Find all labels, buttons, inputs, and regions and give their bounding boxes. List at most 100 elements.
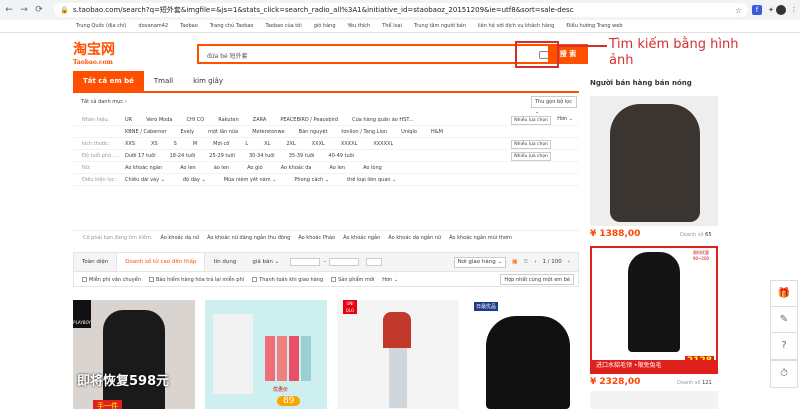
filter-value[interactable]: áo len bbox=[214, 165, 229, 171]
related-link[interactable]: Áo khoác ngắn bbox=[343, 235, 380, 241]
sidebar-product-image[interactable] bbox=[590, 391, 718, 409]
filter-value[interactable]: XXXL bbox=[312, 141, 325, 147]
filter-value[interactable]: Uniqlo bbox=[401, 129, 417, 135]
breadcrumb[interactable]: Tất cả danh mục › bbox=[81, 99, 127, 105]
nav-link[interactable]: Trang chủ Taobao bbox=[210, 23, 254, 29]
nav-link[interactable]: Taobao của tôi bbox=[266, 23, 302, 29]
filter-value[interactable]: Mới cỡ bbox=[213, 141, 229, 147]
help-icon[interactable]: ? bbox=[770, 332, 798, 360]
filter-value[interactable]: Meterstonwe bbox=[252, 129, 284, 135]
option-more[interactable]: Hơn ⌄ bbox=[382, 277, 398, 283]
related-link[interactable]: Áo khoác Pháo bbox=[298, 235, 335, 241]
filter-value[interactable]: M bbox=[193, 141, 197, 147]
filter-value[interactable]: H&M bbox=[431, 129, 443, 135]
filter-value[interactable]: PEACEBIRD / Peacebird bbox=[280, 117, 338, 123]
taobao-logo[interactable]: 淘宝网 Taobao.com bbox=[73, 43, 115, 67]
filter-value[interactable]: 30-34 tuổi bbox=[249, 153, 275, 159]
filter-value[interactable]: Rakuten bbox=[218, 117, 239, 123]
product-card[interactable]: UNI QLO bbox=[337, 300, 459, 409]
view-toggle[interactable] bbox=[365, 258, 382, 266]
option-return-insurance[interactable]: Bảo hiểm hàng hóa trả lại miễn phí bbox=[148, 276, 244, 283]
next-page-button[interactable]: › bbox=[568, 259, 570, 265]
address-bar[interactable]: 🔒 s.taobao.com/search?q=短外套&imgfile=&js=… bbox=[54, 3, 748, 17]
checkbox[interactable] bbox=[331, 276, 337, 282]
forward-icon[interactable]: → bbox=[19, 5, 29, 15]
filter-value[interactable]: Áo lông bbox=[363, 165, 382, 171]
sidebar-product-image[interactable]: 限时优惠 90~200 2128 进口水貂毛领 •限免兔毛 bbox=[590, 246, 718, 374]
filter-dropdown[interactable]: Chiều dài váy ⌄ bbox=[125, 177, 165, 183]
price-min-input[interactable] bbox=[290, 258, 321, 266]
filter-value[interactable]: XXXXXL bbox=[373, 141, 393, 147]
star-icon[interactable]: ☆ bbox=[735, 6, 742, 15]
filter-value[interactable]: XL bbox=[264, 141, 270, 147]
filter-value[interactable]: Áo len bbox=[180, 165, 196, 171]
product-card[interactable]: 日最优品 bbox=[468, 300, 590, 409]
nav-link[interactable]: dovanam42 bbox=[138, 23, 168, 29]
shipping-select[interactable]: Nơi giao hàng ⌄ bbox=[453, 256, 507, 268]
related-link[interactable]: Áo khoác nữ dáng ngắn thu đông bbox=[207, 235, 290, 241]
nav-link[interactable]: Yêu thích bbox=[348, 23, 371, 29]
tab-other[interactable]: kim giây bbox=[183, 71, 233, 91]
filter-value[interactable]: KBNE / Caberner bbox=[125, 129, 167, 135]
nav-link[interactable]: Thể loại bbox=[382, 23, 402, 29]
filter-value[interactable]: Áo khoác da bbox=[281, 165, 312, 171]
option-new[interactable]: Sản phẩm mới bbox=[331, 276, 374, 283]
filter-value[interactable]: Evely bbox=[181, 129, 195, 135]
sort-sales[interactable]: Doanh số từ cao đến thấp bbox=[116, 253, 206, 271]
puzzle-icon[interactable]: ✦ bbox=[766, 5, 776, 15]
filter-value[interactable]: L bbox=[245, 141, 248, 147]
tab-tmall[interactable]: Tmall bbox=[144, 71, 183, 91]
checkbox[interactable] bbox=[252, 276, 258, 282]
filter-value[interactable]: ZARA bbox=[253, 117, 267, 123]
filter-value[interactable]: tonlion / Tang Lion bbox=[341, 129, 387, 135]
back-icon[interactable]: ← bbox=[4, 5, 14, 15]
more-button[interactable]: Hơn ⌄ bbox=[557, 116, 573, 122]
option-cod[interactable]: Thanh toán khi giao hàng bbox=[252, 276, 323, 283]
filter-value[interactable]: Áo len bbox=[329, 165, 345, 171]
option-free-shipping[interactable]: Miễn phí vận chuyển bbox=[82, 276, 141, 283]
menu-dots-icon[interactable]: ⋮ bbox=[789, 5, 799, 15]
filter-dropdown[interactable]: độ dày ⌄ bbox=[183, 177, 206, 183]
related-link[interactable]: Áo khoác dạ ngắn nữ bbox=[388, 235, 441, 241]
edit-icon[interactable]: ✎ bbox=[770, 306, 798, 334]
related-link[interactable]: Áo khoác dạ nữ bbox=[160, 235, 199, 241]
multi-select-button[interactable]: Nhiều lựa chọn bbox=[511, 140, 551, 149]
checkbox[interactable] bbox=[148, 276, 154, 282]
filter-value[interactable]: Cửa hàng quần áo HST... bbox=[352, 117, 414, 123]
multi-select-button[interactable]: Nhiều lựa chọn bbox=[511, 116, 551, 125]
related-link[interactable]: Áo khoác ngắn mùi thơm bbox=[449, 235, 512, 241]
sort-default[interactable]: Toàn diện bbox=[74, 253, 116, 271]
filter-value[interactable]: CHỈ CÓ bbox=[186, 117, 204, 123]
extension-icon[interactable]: f bbox=[752, 5, 762, 15]
filter-dropdown[interactable]: Mùa niêm yết năm ⌄ bbox=[224, 177, 277, 183]
nav-link[interactable]: Trung tâm người bán bbox=[414, 23, 466, 29]
filter-value[interactable]: 35-39 tuổi bbox=[289, 153, 315, 159]
gift-icon[interactable]: 🎁 bbox=[770, 280, 798, 308]
search-input[interactable]: đứa bé 短外套 bbox=[197, 44, 563, 64]
product-card[interactable]: PLAYBOY 即将恢复598元 手一件 bbox=[73, 300, 195, 409]
filter-value[interactable]: Áo khoác ngắn bbox=[125, 165, 162, 171]
filter-value[interactable]: XXXXL bbox=[341, 141, 358, 147]
multi-select-button[interactable]: Nhiều lựa chọn bbox=[511, 152, 551, 161]
filter-dropdown[interactable]: thể loại liên quan ⌄ bbox=[347, 177, 396, 183]
price-max-input[interactable] bbox=[328, 258, 359, 266]
list-view-icon[interactable]: ☰ bbox=[523, 259, 528, 265]
filter-value[interactable]: 25-29 tuổi bbox=[209, 153, 235, 159]
filter-value[interactable]: Vero Moda bbox=[146, 117, 172, 123]
filter-value[interactable]: 18-24 tuổi bbox=[170, 153, 196, 159]
product-card[interactable]: 优惠价 89 bbox=[205, 300, 327, 409]
grid-view-icon[interactable]: ▦ bbox=[512, 259, 517, 265]
filter-value[interactable]: XXS bbox=[125, 141, 135, 147]
filter-value[interactable]: UR bbox=[125, 117, 132, 123]
filter-value[interactable]: một lần nữa bbox=[208, 129, 238, 135]
merge-same-item-button[interactable]: Hợp nhất cùng một em bé bbox=[500, 274, 574, 285]
nav-link[interactable]: liên hệ với dịch vụ khách hàng bbox=[478, 23, 554, 29]
tab-all[interactable]: Tất cả em bé bbox=[73, 71, 144, 91]
filter-value[interactable]: Áo gió bbox=[247, 165, 263, 171]
nav-link[interactable]: Taobao bbox=[180, 23, 198, 29]
nav-link[interactable]: giỏ hàng bbox=[314, 23, 336, 29]
sort-price[interactable]: giá bán ⌄ bbox=[244, 253, 287, 271]
sort-credit[interactable]: tín dụng bbox=[205, 253, 244, 271]
filter-value[interactable]: XS bbox=[151, 141, 158, 147]
checkbox[interactable] bbox=[82, 276, 87, 282]
